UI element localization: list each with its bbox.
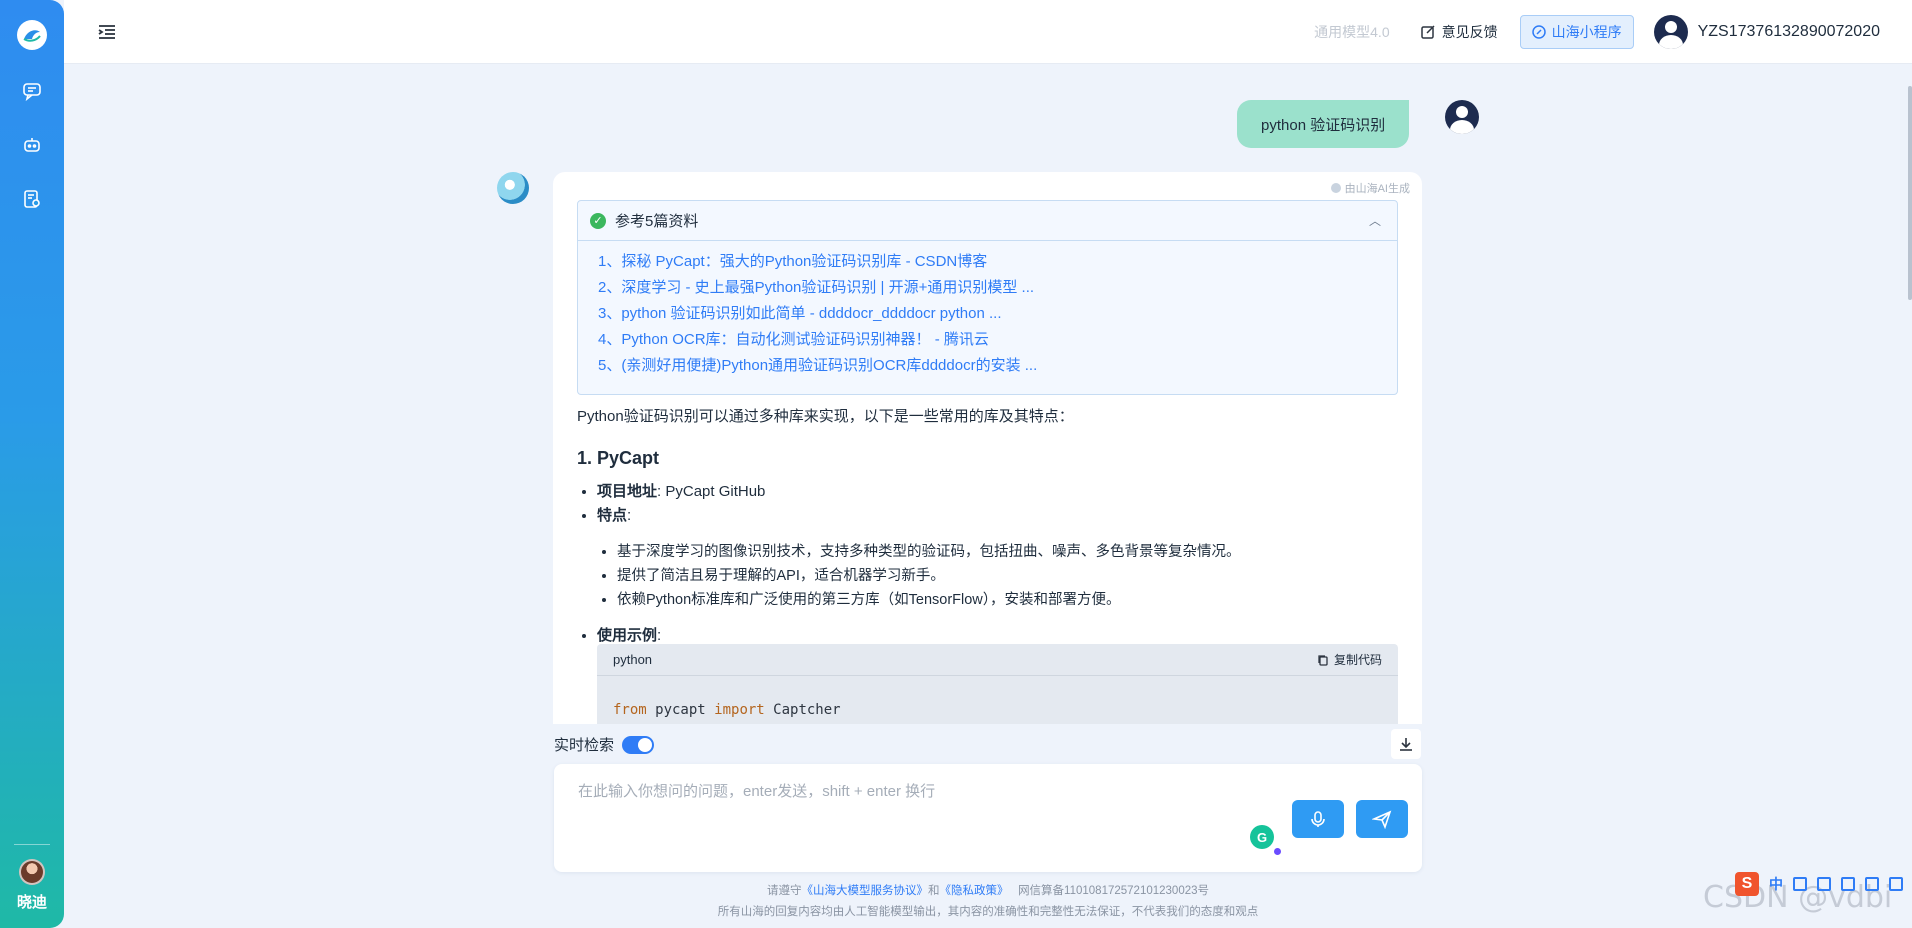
answer-body: Python验证码识别可以通过多种库来实现，以下是一些常用的库及其特点： 1. … <box>577 402 1397 648</box>
reference-link[interactable]: 5、(亲测好用便捷)Python通用验证码识别OCR库ddddocr的安装 ..… <box>598 353 1397 379</box>
usage-label: 使用示例 <box>597 627 658 644</box>
code-text: pycapt <box>646 702 715 718</box>
sidebar-user-name: 晓迪 <box>16 894 47 911</box>
document-icon[interactable] <box>19 186 45 212</box>
footer-prefix: 请遵守 <box>766 885 802 897</box>
download-button[interactable] <box>1391 729 1421 759</box>
copy-icon <box>1318 654 1328 666</box>
privacy-link[interactable]: 《隐私政策》 <box>939 885 1008 897</box>
header-actions: 通用模型4.0 意见反馈 山海小程序 YZS17376132890072020 <box>1314 14 1880 49</box>
section-list: 项目地址: PyCapt GitHub 特点: 基于深度学习的图像识别技术，支持… <box>577 480 1397 648</box>
check-icon: ✓ <box>590 212 606 229</box>
usage-colon: : <box>657 627 662 644</box>
ime-keyboard-icon[interactable] <box>1841 877 1855 891</box>
realtime-search: 实时检索 <box>554 734 655 755</box>
footer-disclaimer: 所有山海的回复内容均由人工智能模型输出，其内容的准确性和完整性无法保证，不代表我… <box>717 906 1259 918</box>
divider <box>14 844 50 845</box>
feature-item: 提供了简洁且易于理解的API，适合机器学习新手。 <box>617 564 1397 588</box>
code-text: Captcher <box>764 702 841 718</box>
ime-mic-icon[interactable] <box>1817 877 1831 891</box>
realtime-toggle[interactable] <box>622 735 655 754</box>
feature-item: 基于深度学习的图像识别技术，支持多种类型的验证码，包括扭曲、噪声、多色背景等复杂… <box>617 540 1397 564</box>
link-icon <box>1531 24 1546 39</box>
model-label[interactable]: 通用模型4.0 <box>1314 22 1389 42</box>
features-colon: : <box>627 507 632 524</box>
code-keyword: from <box>613 702 647 718</box>
user-message-bubble: python 验证码识别 <box>1237 100 1410 148</box>
grammarly-icon[interactable]: G <box>1250 825 1274 849</box>
sidebar-user[interactable]: 晓迪 <box>0 844 64 912</box>
send-icon <box>1372 810 1392 829</box>
ai-tag-icon <box>1330 183 1341 193</box>
copy-code-label: 复制代码 <box>1333 653 1382 667</box>
project-value: : PyCapt GitHub <box>657 483 766 500</box>
features-list: 基于深度学习的图像识别技术，支持多种类型的验证码，包括扭曲、噪声、多色背景等复杂… <box>597 540 1397 612</box>
answer-card: 由山海AI生成 ✓ 参考5篇资料 ︿ 1、探秘 PyCapt：强大的Python… <box>553 172 1422 724</box>
download-icon <box>1400 738 1412 751</box>
avatar[interactable] <box>19 859 45 885</box>
sidebar: 晓迪 <box>0 0 64 928</box>
code-keyword: import <box>714 702 765 718</box>
menu-toggle-icon[interactable] <box>96 21 118 43</box>
references-title: 参考5篇资料 <box>615 213 699 230</box>
footer-and: 和 <box>927 885 940 897</box>
project-label: 项目地址 <box>597 483 658 500</box>
send-button[interactable] <box>1356 800 1408 838</box>
copy-code-button[interactable]: 复制代码 <box>1317 651 1382 668</box>
mini-program-label: 山海小程序 <box>1551 23 1622 40</box>
ime-menu-icon[interactable] <box>1889 877 1903 891</box>
references-header[interactable]: ✓ 参考5篇资料 ︿ <box>578 201 1397 241</box>
chat-icon[interactable] <box>19 78 45 104</box>
edit-icon <box>1420 24 1435 39</box>
status-dot <box>1274 848 1281 855</box>
footer-terms: 请遵守《山海大模型服务协议》和《隐私政策》 网信算备11010817257210… <box>554 881 1422 902</box>
bot-avatar <box>497 172 529 204</box>
ime-punctuation-icon[interactable] <box>1793 877 1807 891</box>
feature-item: 依赖Python标准库和广泛使用的第三方库（如TensorFlow），安装和部署… <box>617 588 1397 612</box>
scrollbar[interactable] <box>1908 86 1912 300</box>
realtime-label: 实时检索 <box>554 737 615 754</box>
section-title: 1. PyCapt <box>577 448 660 468</box>
feedback-button[interactable]: 意见反馈 <box>1420 22 1498 42</box>
robot-icon[interactable] <box>19 132 45 158</box>
ime-language[interactable]: 中 <box>1769 874 1783 894</box>
reference-link[interactable]: 3、python 验证码识别如此简单 - ddddocr_ddddocr pyt… <box>598 301 1397 327</box>
code-line: from pycapt import Captcher <box>597 676 1398 718</box>
user-message-avatar <box>1445 100 1479 134</box>
microphone-icon <box>1311 811 1325 827</box>
references-panel: ✓ 参考5篇资料 ︿ 1、探秘 PyCapt：强大的Python验证码识别库 -… <box>577 200 1398 395</box>
ai-generated-tag: 由山海AI生成 <box>1330 180 1410 196</box>
voice-input-button[interactable] <box>1292 800 1344 838</box>
logo-icon[interactable] <box>17 20 47 50</box>
features-item: 特点: 基于深度学习的图像识别技术，支持多种类型的验证码，包括扭曲、噪声、多色背… <box>597 504 1397 612</box>
project-item: 项目地址: PyCapt GitHub <box>597 480 1397 504</box>
user-message: python 验证码识别 <box>1237 100 1410 148</box>
header: 通用模型4.0 意见反馈 山海小程序 YZS17376132890072020 <box>64 0 1912 64</box>
csdn-logo-icon[interactable]: S <box>1735 872 1759 896</box>
code-block: python 复制代码 from pycapt import Captcher <box>597 644 1398 724</box>
footer: 请遵守《山海大模型服务协议》和《隐私政策》 网信算备11010817257210… <box>554 881 1422 923</box>
reference-link[interactable]: 2、深度学习 - 史上最强Python验证码识别 | 开源+通用识别模型 ... <box>598 275 1397 301</box>
user-avatar[interactable] <box>1653 14 1688 49</box>
mini-program-button[interactable]: 山海小程序 <box>1519 14 1634 49</box>
chevron-up-icon[interactable]: ︿ <box>1369 212 1381 229</box>
answer-intro: Python验证码识别可以通过多种库来实现，以下是一些常用的库及其特点： <box>577 408 1074 425</box>
icp-number: 网信算备110108172572101230023号 <box>1018 885 1210 897</box>
feedback-label: 意见反馈 <box>1441 23 1498 40</box>
chat-input-box: G <box>554 764 1422 872</box>
code-header: python 复制代码 <box>597 644 1398 676</box>
ai-tag-label: 由山海AI生成 <box>1344 183 1410 195</box>
ime-skin-icon[interactable] <box>1865 877 1879 891</box>
code-language: python <box>613 652 653 667</box>
reference-link[interactable]: 4、Python OCR库：自动化测试验证码识别神器！ - 腾讯云 <box>598 327 1397 353</box>
reference-link[interactable]: 1、探秘 PyCapt：强大的Python验证码识别库 - CSDN博客 <box>598 249 1397 275</box>
agreement-link[interactable]: 《山海大模型服务协议》 <box>801 885 928 897</box>
features-label: 特点 <box>597 507 628 524</box>
user-id[interactable]: YZS17376132890072020 <box>1698 23 1880 41</box>
references-list: 1、探秘 PyCapt：强大的Python验证码识别库 - CSDN博客 2、深… <box>578 241 1397 379</box>
chat-input[interactable] <box>578 780 1218 820</box>
ime-toolbar: S 中 <box>1729 871 1905 897</box>
